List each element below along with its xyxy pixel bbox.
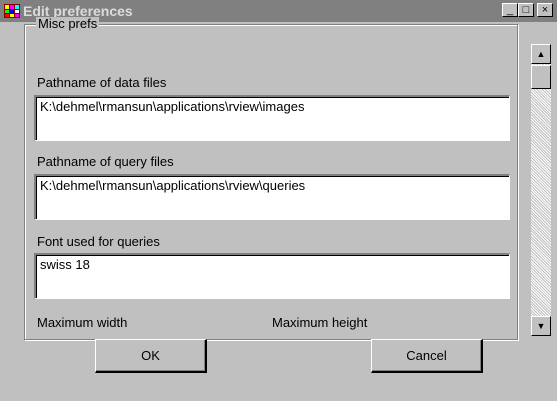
close-button[interactable]: × [537, 3, 553, 17]
arrow-down-icon: ▼ [536, 321, 546, 331]
max-height-label: Maximum height [272, 315, 368, 330]
app-icon [4, 4, 20, 18]
scroll-thumb[interactable] [531, 65, 551, 89]
scroll-up-button[interactable]: ▲ [531, 44, 551, 64]
ok-button[interactable]: OK [95, 339, 207, 373]
maximize-button[interactable]: □ [518, 3, 534, 17]
arrow-up-icon: ▲ [536, 49, 546, 59]
query-font-label: Font used for queries [37, 234, 160, 249]
max-width-label: Maximum width [37, 315, 128, 330]
query-font-input[interactable]: swiss 18 [34, 253, 510, 299]
maximize-icon: □ [522, 4, 530, 16]
dialog-content: Misc prefs Pathname of data files K:\deh… [0, 17, 557, 401]
cancel-button-label: Cancel [406, 348, 447, 363]
data-files-label: Pathname of data files [37, 75, 167, 90]
ok-button-label: OK [141, 348, 160, 363]
group-label: Misc prefs [36, 16, 100, 31]
query-files-path-input[interactable]: K:\dehmel\rmansun\applications\rview\que… [34, 174, 510, 220]
minimize-icon: _ [506, 4, 514, 16]
data-files-path-input[interactable]: K:\dehmel\rmansun\applications\rview\ima… [34, 95, 510, 141]
query-files-label: Pathname of query files [37, 154, 174, 169]
close-icon: × [541, 4, 549, 16]
scroll-down-button[interactable]: ▼ [531, 316, 551, 336]
edit-preferences-window: Edit preferences _ □ × Misc prefs Pathna… [0, 0, 557, 401]
vertical-scrollbar[interactable]: ▲ ▼ [531, 44, 551, 336]
minimize-button[interactable]: _ [502, 3, 518, 17]
cancel-button[interactable]: Cancel [371, 339, 483, 373]
